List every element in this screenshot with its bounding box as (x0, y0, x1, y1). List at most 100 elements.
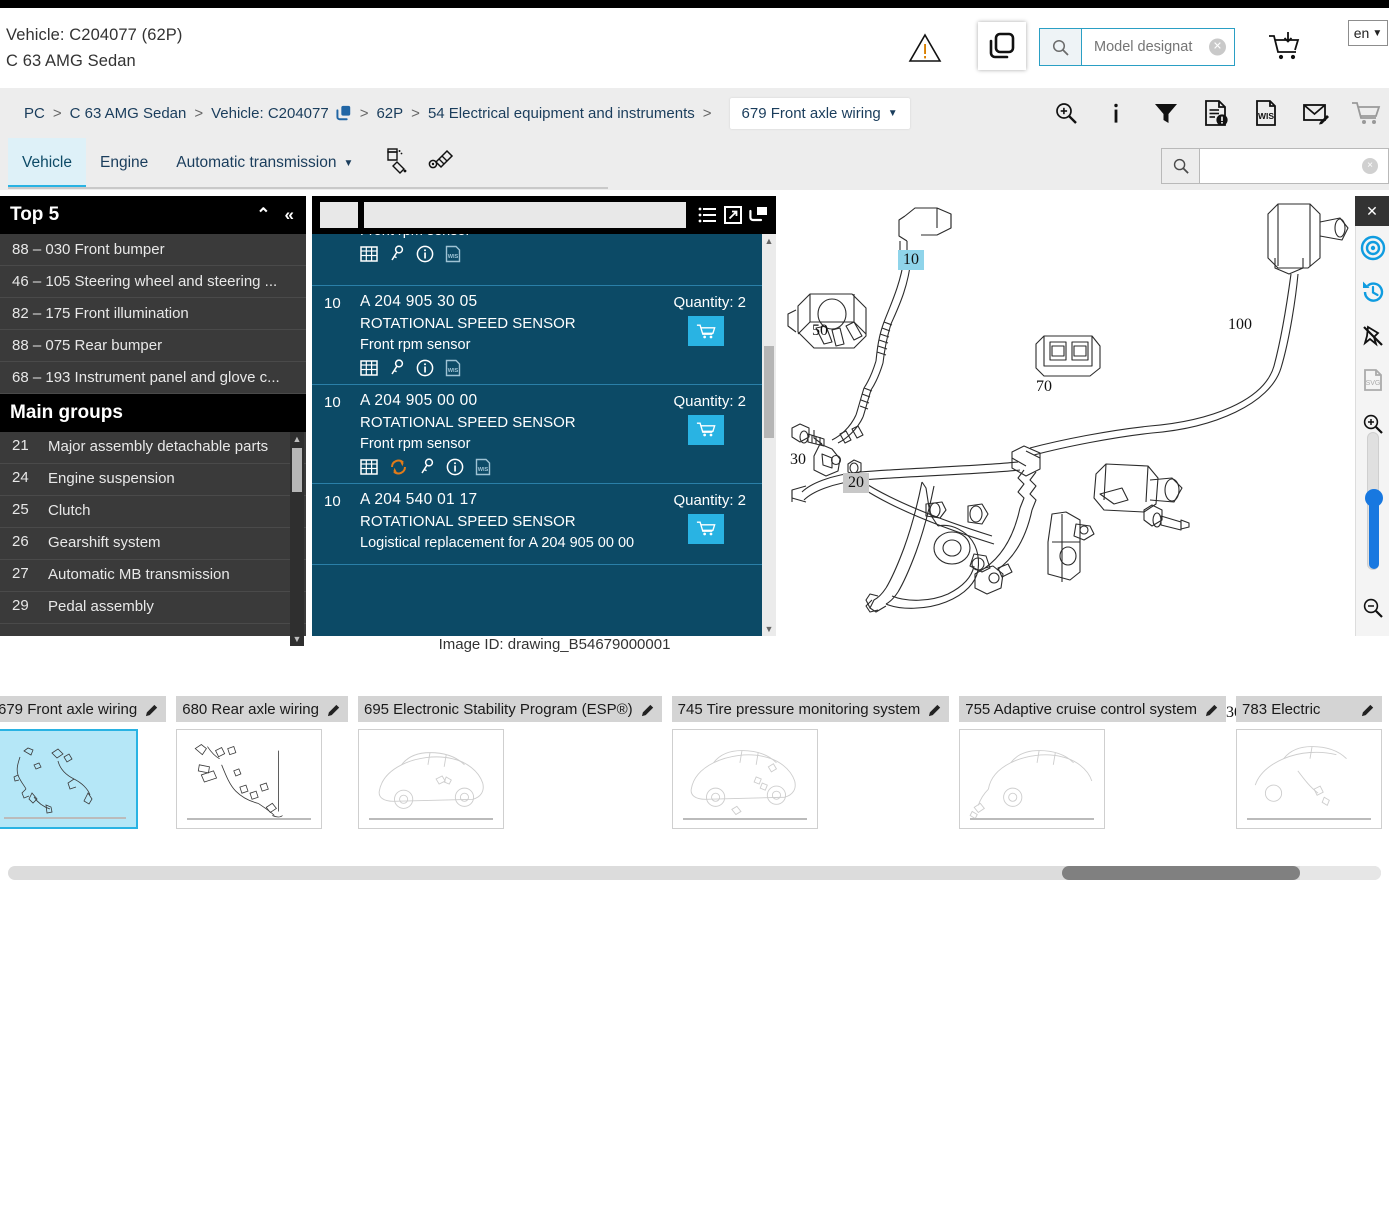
technical-drawing[interactable] (780, 196, 1355, 636)
thumbnail-695-image[interactable] (357, 729, 504, 829)
parts-row-0[interactable]: Front rpm sensor (312, 234, 776, 286)
parts-search-box[interactable]: × (1161, 148, 1389, 184)
thumbnail-label-783[interactable]: 783 Electric (1236, 696, 1383, 722)
wis-icon[interactable]: WIS (475, 458, 491, 476)
thumbnail-783[interactable]: 783 Electric (1236, 696, 1383, 829)
model-search-box[interactable]: ✕ (1039, 28, 1235, 66)
table-icon[interactable] (360, 360, 378, 376)
filter-icon[interactable] (1151, 97, 1181, 129)
document-alert-icon[interactable] (1201, 97, 1231, 129)
zoom-in-icon[interactable] (1051, 97, 1081, 129)
language-selector[interactable]: en ▼ (1348, 20, 1388, 46)
parts-row-1[interactable]: 10 A 204 905 30 05 ROTATIONAL SPEED SENS… (312, 286, 776, 385)
zoom-out-icon[interactable] (1356, 586, 1389, 630)
parts-search-input[interactable] (1208, 157, 1388, 175)
main-group-row-29[interactable]: 29 Pedal assembly (0, 592, 306, 624)
main-group-row-27[interactable]: 27 Automatic MB transmission (0, 560, 306, 592)
new-window-icon[interactable] (749, 206, 768, 224)
scrollbar-thumb[interactable] (1062, 866, 1300, 880)
thumbnail-783-image[interactable] (1236, 729, 1383, 829)
main-group-row-21[interactable]: 21 Major assembly detachable parts (0, 432, 306, 464)
edit-icon[interactable] (1361, 702, 1376, 717)
model-search-field[interactable]: ✕ (1082, 29, 1234, 65)
thumbnail-755[interactable]: 755 Adaptive cruise control system (959, 696, 1227, 829)
drawing-callout-30[interactable]: 30 (790, 451, 806, 469)
breadcrumb-item-vehicle[interactable]: Vehicle: C204077 (211, 105, 329, 122)
main-group-row-25[interactable]: 25 Clutch (0, 496, 306, 528)
fluid-spray-icon[interactable] (427, 146, 455, 181)
scroll-up-icon[interactable]: ▲ (290, 432, 304, 446)
top5-item-1[interactable]: 46 – 105 Steering wheel and steering ... (0, 266, 306, 298)
thumbnail-label-679[interactable]: 679 Front axle wiring (0, 696, 167, 722)
oil-bottle-icon[interactable] (383, 146, 411, 181)
thumbnail-horizontal-scrollbar[interactable] (8, 866, 1381, 880)
thumbnail-755-image[interactable] (959, 729, 1106, 829)
edit-icon[interactable] (928, 702, 943, 717)
history-icon[interactable] (1356, 270, 1389, 314)
thumbnail-745-image[interactable] (671, 729, 818, 829)
mail-edit-icon[interactable] (1301, 97, 1331, 129)
scrollbar-thumb[interactable] (292, 448, 302, 492)
thumbnail-680-image[interactable] (176, 729, 323, 829)
target-icon[interactable] (1356, 226, 1389, 270)
thumbnail-label-745[interactable]: 745 Tire pressure monitoring system (671, 696, 950, 722)
edit-icon[interactable] (641, 702, 656, 717)
chevron-up-icon[interactable]: ⌃ (256, 205, 270, 225)
thumbnail-679-image[interactable] (0, 729, 138, 829)
wis-icon[interactable]: WIS (445, 245, 461, 263)
add-to-cart-icon[interactable] (1266, 30, 1304, 64)
thumbnail-label-755[interactable]: 755 Adaptive cruise control system (959, 696, 1227, 722)
breadcrumb-copy-icon[interactable] (336, 105, 352, 121)
tab-automatic-transmission[interactable]: Automatic transmission ▼ (162, 138, 367, 188)
scroll-up-icon[interactable]: ▲ (762, 234, 776, 248)
cart-icon[interactable] (1351, 97, 1381, 129)
parts-row-2[interactable]: 10 A 204 905 00 00 ROTATIONAL SPEED SENS… (312, 385, 776, 484)
drawing-callout-10[interactable]: 10 (898, 250, 924, 270)
add-part-to-cart-button[interactable] (688, 513, 724, 544)
table-icon[interactable] (360, 458, 378, 475)
search-icon[interactable] (1162, 149, 1200, 183)
breadcrumb-active-dropdown[interactable]: 679 Front axle wiring ▼ (729, 97, 910, 129)
drawing-viewer[interactable]: 10 50 70 30 20 100 130 ✕ SVG (780, 196, 1389, 721)
scrollbar-thumb[interactable] (764, 346, 774, 438)
parts-list-scrollbar[interactable]: ▲ ▼ (762, 234, 776, 636)
add-part-to-cart-button[interactable] (688, 316, 724, 346)
parts-header-field-2[interactable] (364, 202, 686, 228)
edit-icon[interactable] (1205, 702, 1220, 717)
clear-search-icon[interactable]: ✕ (1209, 38, 1226, 56)
parts-search-field[interactable]: × (1200, 149, 1388, 183)
search-icon[interactable] (1040, 29, 1082, 65)
info-icon[interactable] (416, 245, 434, 263)
wis-document-icon[interactable]: WIS (1251, 97, 1281, 129)
chevron-double-left-icon[interactable]: « (285, 205, 294, 225)
thumbnail-label-695[interactable]: 695 Electronic Stability Program (ESP®) (357, 696, 662, 722)
thumbnail-680[interactable]: 680 Rear axle wiring (176, 696, 348, 829)
top5-item-3[interactable]: 88 – 075 Rear bumper (0, 330, 306, 362)
thumbnail-label-680[interactable]: 680 Rear axle wiring (176, 696, 348, 722)
info-icon[interactable] (416, 359, 434, 377)
parts-row-3[interactable]: 10 A 204 540 01 17 ROTATIONAL SPEED SENS… (312, 484, 776, 565)
svg-export-icon[interactable]: SVG (1356, 358, 1389, 402)
drawing-callout-20[interactable]: 20 (843, 473, 869, 493)
table-icon[interactable] (360, 246, 378, 262)
list-view-icon[interactable] (698, 206, 717, 224)
top5-item-4[interactable]: 68 – 193 Instrument panel and glove c... (0, 362, 306, 394)
key-icon[interactable] (389, 245, 405, 263)
thumbnail-679[interactable]: 679 Front axle wiring (0, 696, 167, 829)
add-part-to-cart-button[interactable] (688, 414, 724, 445)
drawing-callout-50[interactable]: 50 (812, 322, 828, 340)
edit-icon[interactable] (327, 702, 342, 717)
close-icon[interactable]: ✕ (1355, 196, 1389, 226)
breadcrumb-item-group[interactable]: 54 Electrical equipment and instruments (428, 105, 695, 122)
expand-icon[interactable] (724, 206, 742, 224)
replace-icon[interactable] (389, 458, 408, 476)
main-group-row-26[interactable]: 26 Gearshift system (0, 528, 306, 560)
scroll-down-icon[interactable]: ▼ (762, 622, 776, 636)
breadcrumb-item-model[interactable]: C 63 AMG Sedan (70, 105, 187, 122)
tab-vehicle[interactable]: Vehicle (8, 138, 86, 188)
edit-icon[interactable] (145, 702, 160, 717)
drawing-callout-100[interactable]: 100 (1228, 316, 1252, 334)
key-icon[interactable] (389, 359, 405, 377)
parts-header-field-1[interactable] (320, 202, 358, 228)
clear-search-icon[interactable]: × (1362, 158, 1378, 174)
